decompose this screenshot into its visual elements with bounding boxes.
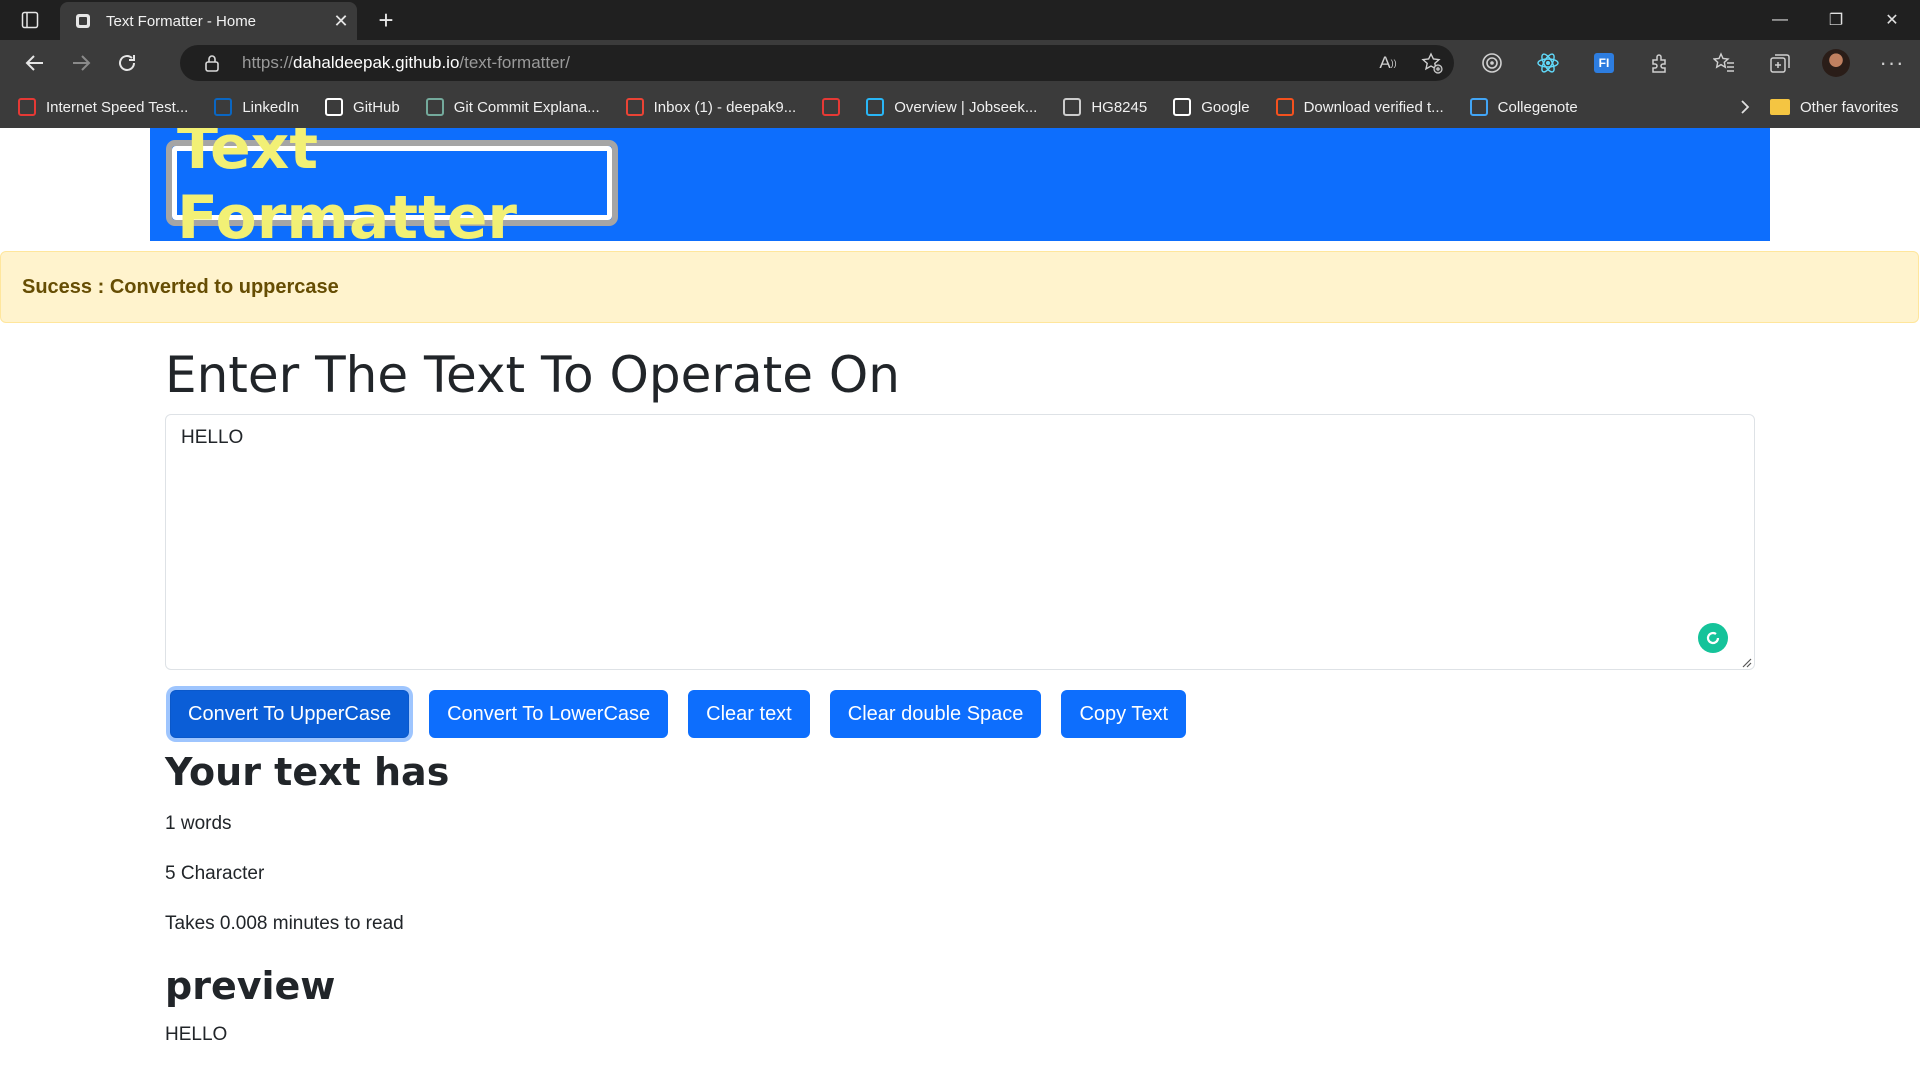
- url-text[interactable]: https://dahaldeepak.github.io/text-forma…: [242, 53, 1366, 73]
- bookmark-item[interactable]: Git Commit Explana...: [412, 91, 612, 123]
- resize-handle-icon[interactable]: [1740, 656, 1752, 668]
- alert-separator: :: [92, 275, 110, 298]
- bookmarks-bar: Internet Speed Test... LinkedIn GitHub Git …: [0, 86, 1920, 128]
- bookmark-item[interactable]: [808, 91, 852, 123]
- linkedin-icon: [214, 98, 233, 116]
- word-count: 1 words: [165, 813, 232, 834]
- page-favicon-icon: [74, 12, 92, 30]
- folder-icon: [1770, 99, 1790, 115]
- github-icon: [325, 98, 344, 116]
- navbar: Text Formatter: [150, 128, 1770, 253]
- grammarly-icon[interactable]: [1698, 623, 1728, 653]
- bookmark-label: LinkedIn: [242, 98, 300, 116]
- jobseeker-icon: [866, 98, 885, 116]
- bookmark-item[interactable]: Inbox (1) - deepak9...: [612, 91, 809, 123]
- extensions-puzzle-icon[interactable]: [1632, 40, 1688, 86]
- back-arrow-icon: [25, 55, 43, 71]
- tab-close-icon[interactable]: ✕: [325, 5, 357, 37]
- bookmark-label: HG8245: [1091, 98, 1148, 116]
- refresh-button[interactable]: [106, 43, 148, 83]
- alert-type: Sucess: [22, 275, 93, 298]
- bookmark-item[interactable]: LinkedIn: [200, 91, 311, 123]
- tab-actions-button[interactable]: [0, 0, 60, 40]
- forward-arrow-icon: [73, 55, 91, 71]
- forward-button[interactable]: [60, 43, 102, 83]
- restore-button[interactable]: ❐: [1808, 0, 1864, 40]
- bookmark-label: Git Commit Explana...: [453, 98, 600, 116]
- pdf-icon: [822, 98, 841, 116]
- convert-uppercase-button[interactable]: Convert To UpperCase: [170, 690, 410, 738]
- react-devtools-icon[interactable]: [1520, 40, 1576, 86]
- favorites-icon[interactable]: [1696, 40, 1752, 86]
- alert-message: Converted to uppercase: [109, 275, 339, 298]
- brand-title: Text Formatter: [172, 128, 612, 253]
- profile-avatar[interactable]: [1808, 40, 1864, 86]
- browser-tab-active[interactable]: Text Formatter - Home ✕: [60, 2, 357, 40]
- address-bar[interactable]: https://dahaldeepak.github.io/text-forma…: [180, 45, 1454, 81]
- fi-extension-icon[interactable]: FI: [1576, 40, 1632, 86]
- extension-target-icon[interactable]: [1464, 40, 1520, 86]
- bookmark-item[interactable]: Google: [1159, 91, 1261, 123]
- browser-toolbar: https://dahaldeepak.github.io/text-forma…: [0, 40, 1920, 86]
- preview-text: HELLO: [165, 1024, 228, 1045]
- bookmark-label: GitHub: [353, 98, 400, 116]
- page-title: Enter The Text To Operate On: [165, 346, 900, 404]
- google-icon: [1173, 98, 1192, 116]
- close-window-button[interactable]: ✕: [1864, 0, 1920, 40]
- tab-actions-icon: [21, 11, 39, 29]
- collections-icon[interactable]: [1752, 40, 1808, 86]
- page-viewport: Text Formatter Sucess : Converted to upp…: [0, 128, 1920, 1080]
- bookmark-label: Download verified t...: [1303, 98, 1444, 116]
- bookmark-label: Internet Speed Test...: [46, 98, 189, 116]
- bookmark-item[interactable]: GitHub: [311, 91, 412, 123]
- url-path: /text-formatter/: [459, 53, 570, 72]
- bookmark-item[interactable]: Overview | Jobseek...: [852, 91, 1049, 123]
- chatgpt-icon: [425, 98, 444, 116]
- bookmark-item[interactable]: Internet Speed Test...: [4, 91, 200, 123]
- new-tab-button[interactable]: +: [366, 0, 406, 40]
- text-input[interactable]: HELLO: [165, 414, 1755, 670]
- bookmark-list: Internet Speed Test... LinkedIn GitHub Git …: [0, 91, 1590, 123]
- other-favorites-folder[interactable]: Other favorites: [1770, 91, 1898, 123]
- bookmark-item[interactable]: Collegenote: [1456, 91, 1590, 123]
- action-buttons: Convert To UpperCase Convert To LowerCas…: [170, 690, 1206, 738]
- bookmarks-more-chevron-icon[interactable]: [1730, 91, 1760, 123]
- settings-more-icon[interactable]: ···: [1864, 40, 1920, 86]
- window-controls: — ❐ ✕: [1752, 0, 1920, 40]
- minimize-button[interactable]: —: [1752, 0, 1808, 40]
- read-aloud-icon[interactable]: A)): [1366, 45, 1410, 81]
- add-favorite-icon[interactable]: [1410, 45, 1454, 81]
- url-host: dahaldeepak.github.io: [293, 53, 460, 72]
- success-alert: Sucess : Converted to uppercase: [0, 251, 1919, 323]
- gmail-icon: [625, 98, 644, 116]
- brand-logo-frame[interactable]: Text Formatter: [166, 128, 618, 253]
- url-scheme: https://: [242, 53, 294, 72]
- character-count: 5 Character: [165, 863, 265, 884]
- title-bar: Text Formatter - Home ✕ + — ❐ ✕: [0, 0, 1920, 40]
- convert-lowercase-button[interactable]: Convert To LowerCase: [429, 690, 669, 738]
- bookmark-item[interactable]: HG8245: [1049, 91, 1159, 123]
- bookmark-label: Google: [1201, 98, 1250, 116]
- read-time: Takes 0.008 minutes to read: [165, 913, 404, 934]
- bookmark-label: Overview | Jobseek...: [894, 98, 1038, 116]
- copy-text-button[interactable]: Copy Text: [1061, 690, 1187, 738]
- speedometer-icon: [18, 98, 36, 116]
- toolbar-extensions: FI ···: [1464, 40, 1920, 86]
- summary-heading: Your text has: [165, 750, 450, 794]
- back-button[interactable]: [14, 43, 56, 83]
- refresh-icon: [119, 55, 135, 71]
- college-icon: [1469, 98, 1488, 116]
- document-icon: [1063, 98, 1082, 116]
- bookmark-label: Inbox (1) - deepak9...: [653, 98, 797, 116]
- preview-heading: preview: [165, 964, 336, 1008]
- tab-title: Text Formatter - Home: [106, 12, 257, 30]
- x-icon: [1275, 98, 1294, 116]
- bookmark-item[interactable]: Download verified t...: [1262, 91, 1456, 123]
- lock-icon: [202, 53, 222, 73]
- clear-text-button[interactable]: Clear text: [688, 690, 810, 738]
- bookmark-label: Collegenote: [1497, 98, 1578, 116]
- other-favorites-label: Other favorites: [1800, 98, 1899, 116]
- clear-double-space-button[interactable]: Clear double Space: [829, 690, 1042, 738]
